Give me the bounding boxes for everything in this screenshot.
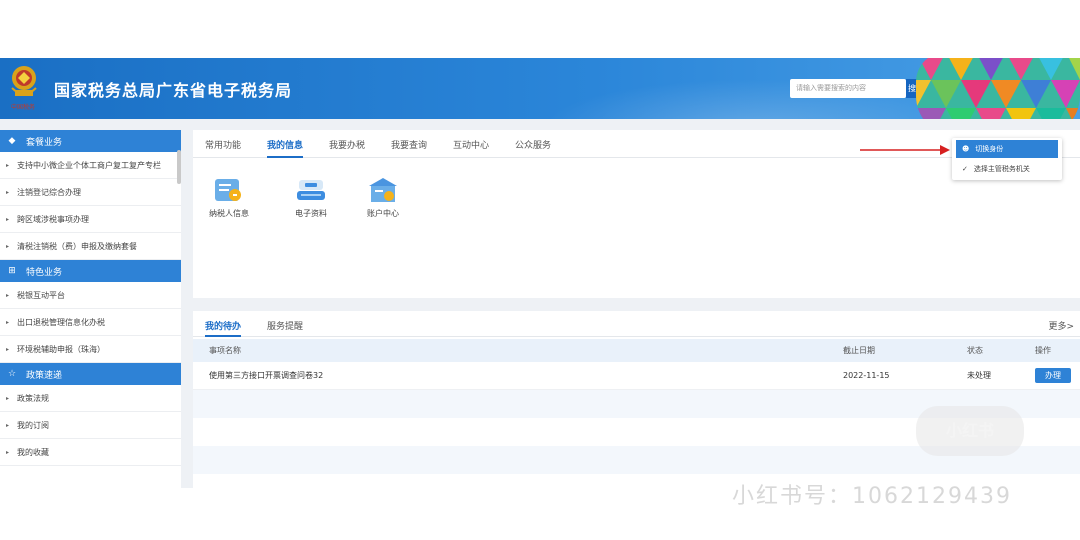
app-label: 账户中心 xyxy=(367,209,399,218)
sidebar-item-label: 支持中小微企业个体工商户复工复产专栏 xyxy=(17,160,162,170)
bullet-icon: ▸ xyxy=(6,291,10,299)
app-taxpayer-info[interactable]: 纳税人信息 xyxy=(199,176,259,219)
user-avatar-mosaic[interactable] xyxy=(916,58,1080,119)
sidebar-item-label: 跨区域涉税事项办理 xyxy=(17,214,90,224)
watermark-text: 小红书号：1062129439 xyxy=(732,484,1012,509)
sidebar-section-special[interactable]: ⊞ 特色业务 xyxy=(0,260,181,282)
menu-item-label: 选择主管税务机关 xyxy=(973,165,1030,173)
sidebar-item[interactable]: ▸ 出口退税管理信息化办税 xyxy=(0,309,181,336)
tab-interaction[interactable]: 互动中心 xyxy=(453,138,489,158)
bullet-icon: ▸ xyxy=(6,394,10,402)
handle-button[interactable]: 办理 xyxy=(1035,368,1071,383)
sidebar-item[interactable]: ▸ 支持中小微企业个体工商户复工复产专栏 xyxy=(0,152,181,179)
bullet-icon: ▸ xyxy=(6,345,10,353)
todo-tabs: 我的待办 服务提醒 更多> xyxy=(193,311,1080,337)
tab-my-info[interactable]: 我的信息 xyxy=(267,138,304,158)
sidebar-item[interactable]: ▸ 我的订阅 xyxy=(0,412,181,439)
todo-name: 使用第三方接口开票调查问卷32 xyxy=(209,371,324,380)
sidebar-item[interactable]: ▸ 税银互动平台 xyxy=(0,282,181,309)
emblem-caption: 中国税务 xyxy=(10,104,35,111)
check-circle-icon: ✓ xyxy=(962,165,968,173)
todo-panel: 我的待办 服务提醒 更多> 事项名称 截止日期 状态 操作 使用第三方接口开票调… xyxy=(193,311,1080,488)
star-icon: ☆ xyxy=(7,369,17,379)
account-center-icon xyxy=(369,178,397,202)
app-label: 电子资料 xyxy=(295,209,327,218)
todo-deadline: 2022-11-15 xyxy=(843,371,890,380)
bullet-icon: ▸ xyxy=(6,318,10,326)
search-input[interactable]: 请输入需要搜索的内容 xyxy=(790,79,906,98)
sidebar-item-label: 我的收藏 xyxy=(17,447,50,457)
sidebar-item-label: 税银互动平台 xyxy=(17,290,66,300)
column-header: 操作 xyxy=(1035,346,1051,355)
user-icon: ☻ xyxy=(962,145,970,153)
table-row[interactable]: 使用第三方接口开票调查问卷32 2022-11-15 未处理 办理 xyxy=(193,362,1080,390)
sidebar-item-label: 我的订阅 xyxy=(17,420,50,430)
sidebar-section-package[interactable]: ◆ 套餐业务 xyxy=(0,130,181,152)
bullet-icon: ▸ xyxy=(6,161,10,169)
tax-emblem-icon xyxy=(11,66,37,96)
column-header: 截止日期 xyxy=(843,346,875,355)
sidebar-item-label: 出口退税管理信息化办税 xyxy=(17,317,106,327)
red-pointer-arrow xyxy=(860,145,950,155)
app-label: 纳税人信息 xyxy=(209,209,249,218)
user-dropdown-menu: ☻ 切换身份 ✓ 选择主管税务机关 xyxy=(952,138,1062,180)
todo-action-cell: 办理 xyxy=(1035,362,1071,389)
tab-my-todo[interactable]: 我的待办 xyxy=(205,319,242,337)
bullet-icon: ▸ xyxy=(6,448,10,456)
bullet-icon: ▸ xyxy=(6,242,10,250)
sidebar-item[interactable]: ▸ 环境税辅助申报（珠海） xyxy=(0,336,181,363)
tab-query[interactable]: 我要查询 xyxy=(391,138,427,158)
sidebar-item-label: 环境税辅助申报（珠海） xyxy=(17,344,106,354)
sidebar-section-title: 政策速递 xyxy=(26,370,63,381)
sidebar-item-label: 政策法规 xyxy=(17,393,50,403)
table-header: 事项名称 截止日期 状态 操作 xyxy=(193,339,1080,362)
taxpayer-info-icon xyxy=(215,179,241,201)
grid-icon: ⊞ xyxy=(8,266,16,276)
switch-identity-menu-item[interactable]: ☻ 切换身份 xyxy=(956,140,1058,158)
select-tax-authority-menu-item[interactable]: ✓ 选择主管税务机关 xyxy=(956,160,1058,178)
tab-common[interactable]: 常用功能 xyxy=(205,138,241,158)
bullet-icon: ▸ xyxy=(6,188,10,196)
sidebar-item-label: 注销登记综合办理 xyxy=(17,187,82,197)
bullet-icon: ▸ xyxy=(6,421,10,429)
todo-status: 未处理 xyxy=(967,371,991,380)
site-header: 中国税务 国家税务总局广东省电子税务局 请输入需要搜索的内容 搜 xyxy=(0,58,1080,119)
sidebar: ◆ 套餐业务 ▸ 支持中小微企业个体工商户复工复产专栏 ▸ 注销登记综合办理 ▸ 跨区… xyxy=(0,130,181,488)
menu-item-label: 切换身份 xyxy=(975,145,1004,153)
sidebar-scrollbar[interactable] xyxy=(177,150,181,184)
cube-icon: ◆ xyxy=(8,136,16,146)
bullet-icon: ▸ xyxy=(6,215,10,223)
sidebar-item-label: 清税注销税（费）申报及缴纳套餐 xyxy=(17,241,138,251)
sidebar-item[interactable]: ▸ 我的收藏 xyxy=(0,439,181,466)
electronic-data-icon xyxy=(297,180,325,200)
more-link[interactable]: 更多> xyxy=(1048,319,1074,332)
sidebar-section-title: 套餐业务 xyxy=(26,137,63,148)
tab-service-reminder[interactable]: 服务提醒 xyxy=(267,319,303,337)
sidebar-section-policy[interactable]: ☆ 政策速递 xyxy=(0,363,181,385)
watermark-logo: 小红书 xyxy=(916,406,1024,456)
column-header: 状态 xyxy=(967,346,983,355)
tab-public-service[interactable]: 公众服务 xyxy=(515,138,551,158)
app-electronic-data[interactable]: 电子资料 xyxy=(281,176,341,219)
sidebar-item[interactable]: ▸ 跨区域涉税事项办理 xyxy=(0,206,181,233)
site-title: 国家税务总局广东省电子税务局 xyxy=(54,81,293,100)
tab-do-tax[interactable]: 我要办税 xyxy=(329,138,365,158)
sidebar-item[interactable]: ▸ 清税注销税（费）申报及缴纳套餐 xyxy=(0,233,181,260)
column-header: 事项名称 xyxy=(209,346,241,355)
sidebar-item[interactable]: ▸ 注销登记综合办理 xyxy=(0,179,181,206)
sidebar-item[interactable]: ▸ 政策法规 xyxy=(0,385,181,412)
sidebar-section-title: 特色业务 xyxy=(26,267,63,278)
app-account-center[interactable]: 账户中心 xyxy=(353,176,413,219)
